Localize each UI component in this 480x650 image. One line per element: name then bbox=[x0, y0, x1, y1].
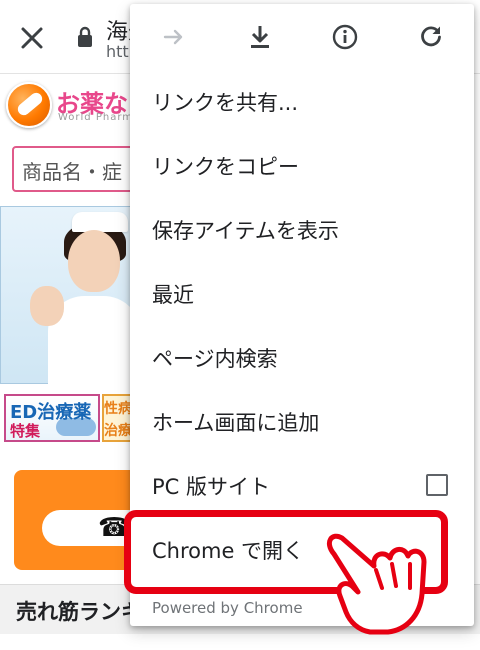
forward-arrow-icon[interactable] bbox=[155, 18, 193, 56]
menu-item-label: 最近 bbox=[152, 283, 194, 307]
menu-item-label: PC 版サイト bbox=[152, 475, 271, 499]
ed-feature-subtitle: 特集 bbox=[10, 422, 41, 440]
menu-item-share-link[interactable]: リンクを共有... bbox=[130, 70, 474, 134]
menu-item-add-to-home[interactable]: ホーム画面に追加 bbox=[130, 390, 474, 454]
menu-item-recent[interactable]: 最近 bbox=[130, 262, 474, 326]
refresh-icon[interactable] bbox=[412, 18, 450, 56]
menu-item-show-saved[interactable]: 保存アイテムを表示 bbox=[130, 198, 474, 262]
menu-item-label: ページ内検索 bbox=[152, 347, 278, 371]
pointing-hand-icon bbox=[327, 533, 427, 635]
std-feature-line2: 治療 bbox=[104, 423, 132, 439]
site-search-placeholder: 商品名・症 bbox=[22, 160, 122, 184]
menu-item-label: 保存アイテムを表示 bbox=[152, 219, 339, 243]
menu-item-copy-link[interactable]: リンクをコピー bbox=[130, 134, 474, 198]
menu-item-find-in-page[interactable]: ページ内検索 bbox=[130, 326, 474, 390]
nurse-face bbox=[68, 230, 120, 292]
site-logo-subtitle: World Pharma bbox=[58, 112, 141, 123]
ok-hand-gesture bbox=[30, 286, 64, 326]
close-icon[interactable] bbox=[18, 24, 46, 52]
nurse-cap bbox=[72, 212, 128, 232]
menu-item-label: ホーム画面に追加 bbox=[152, 411, 320, 435]
std-feature-line1: 性病 bbox=[104, 401, 132, 417]
info-icon[interactable] bbox=[326, 18, 364, 56]
desktop-site-checkbox[interactable] bbox=[426, 474, 448, 496]
lock-icon bbox=[78, 26, 92, 47]
ranking-title: 売れ筋ランキ bbox=[16, 600, 142, 624]
menu-item-label: リンクを共有... bbox=[152, 91, 299, 115]
menu-item-desktop-site[interactable]: PC 版サイト bbox=[130, 454, 474, 518]
menu-icon-row bbox=[130, 4, 474, 70]
menu-item-label: リンクをコピー bbox=[152, 155, 299, 179]
download-icon[interactable] bbox=[241, 18, 279, 56]
menu-footer: Powered by Chrome bbox=[152, 599, 303, 617]
